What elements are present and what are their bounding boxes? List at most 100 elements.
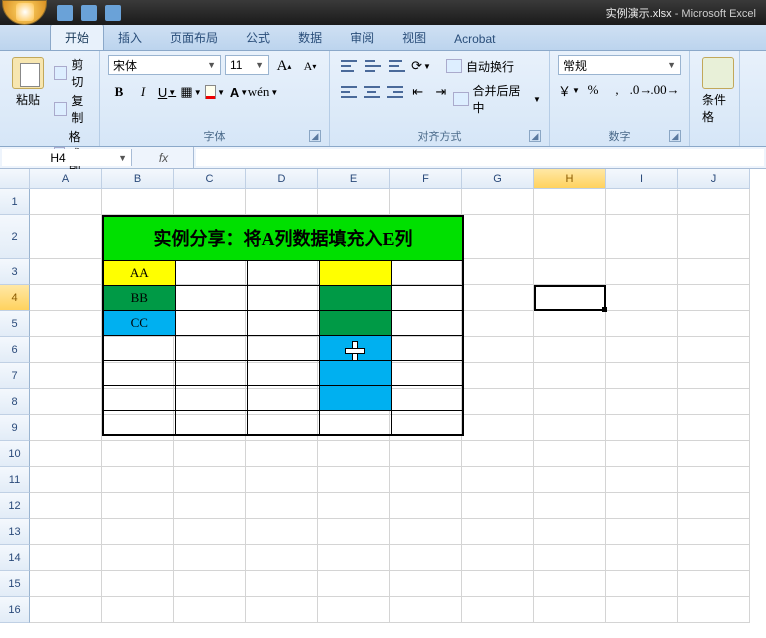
merge-center-button[interactable]: 合并后居中▼ <box>453 81 541 117</box>
cell-E6[interactable] <box>319 335 391 360</box>
formula-input[interactable] <box>196 149 764 166</box>
cell-B7[interactable] <box>103 360 175 385</box>
cell-D7[interactable] <box>247 360 319 385</box>
cell-B5[interactable]: CC <box>103 310 175 335</box>
tab-formulas[interactable]: 公式 <box>232 24 284 50</box>
cell-F9[interactable] <box>391 410 463 435</box>
increase-font-button[interactable]: A▴ <box>273 55 295 77</box>
row-header-16[interactable]: 16 <box>0 597 30 623</box>
cell-C4[interactable] <box>175 285 247 310</box>
row-header-11[interactable]: 11 <box>0 467 30 493</box>
cell-C8[interactable] <box>175 385 247 410</box>
cell-E5[interactable] <box>319 310 391 335</box>
wrap-text-button[interactable]: 自动换行 <box>446 55 514 77</box>
cell-D9[interactable] <box>247 410 319 435</box>
cell-D4[interactable] <box>247 285 319 310</box>
fill-color-button[interactable]: ▼ <box>204 81 226 103</box>
cell-C5[interactable] <box>175 310 247 335</box>
percent-button[interactable]: % <box>582 79 604 101</box>
cut-button[interactable]: 剪切 <box>54 55 91 91</box>
cell-C7[interactable] <box>175 360 247 385</box>
column-header-C[interactable]: C <box>174 169 246 189</box>
border-button[interactable]: ▦▼ <box>180 81 202 103</box>
align-top-button[interactable] <box>338 55 360 77</box>
tab-acrobat[interactable]: Acrobat <box>440 27 509 50</box>
save-icon[interactable] <box>57 5 73 21</box>
font-color-button[interactable]: A▼ <box>228 81 250 103</box>
name-box[interactable]: ▼ <box>2 149 132 166</box>
row-header-2[interactable]: 2 <box>0 215 30 259</box>
align-dialog-launcher[interactable]: ◢ <box>529 130 541 142</box>
row-header-5[interactable]: 5 <box>0 311 30 337</box>
cell-C9[interactable] <box>175 410 247 435</box>
cell-F8[interactable] <box>391 385 463 410</box>
increase-decimal-button[interactable]: .0→ <box>630 79 652 101</box>
cell-D8[interactable] <box>247 385 319 410</box>
align-left-button[interactable] <box>338 81 359 103</box>
cell-B4[interactable]: BB <box>103 285 175 310</box>
cell-B8[interactable] <box>103 385 175 410</box>
align-center-button[interactable] <box>361 81 382 103</box>
cell-E9[interactable] <box>319 410 391 435</box>
orientation-button[interactable]: ⟳▼ <box>410 55 432 77</box>
column-header-A[interactable]: A <box>30 169 102 189</box>
cell-B3[interactable]: AA <box>103 260 175 285</box>
bold-button[interactable]: B <box>108 81 130 103</box>
row-header-15[interactable]: 15 <box>0 571 30 597</box>
tab-review[interactable]: 审阅 <box>336 24 388 50</box>
cell-E3[interactable] <box>319 260 391 285</box>
cell-E7[interactable] <box>319 360 391 385</box>
row-header-8[interactable]: 8 <box>0 389 30 415</box>
column-header-H[interactable]: H <box>534 169 606 189</box>
align-middle-button[interactable] <box>362 55 384 77</box>
cell-F3[interactable] <box>391 260 463 285</box>
row-header-1[interactable]: 1 <box>0 189 30 215</box>
undo-icon[interactable] <box>81 5 97 21</box>
office-button[interactable] <box>2 0 47 25</box>
underline-button[interactable]: U▼ <box>156 81 178 103</box>
tab-data[interactable]: 数据 <box>284 24 336 50</box>
column-header-J[interactable]: J <box>678 169 750 189</box>
font-name-combo[interactable]: 宋体▼ <box>108 55 221 75</box>
copy-button[interactable]: 复制 <box>54 91 91 127</box>
cell-F6[interactable] <box>391 335 463 360</box>
row-header-10[interactable]: 10 <box>0 441 30 467</box>
cell-B6[interactable] <box>103 335 175 360</box>
row-header-14[interactable]: 14 <box>0 545 30 571</box>
redo-icon[interactable] <box>105 5 121 21</box>
cell-E8[interactable] <box>319 385 391 410</box>
cell-B9[interactable] <box>103 410 175 435</box>
number-format-combo[interactable]: 常规▼ <box>558 55 681 75</box>
cell-C3[interactable] <box>175 260 247 285</box>
tab-view[interactable]: 视图 <box>388 24 440 50</box>
fx-icon[interactable]: fx <box>134 147 194 168</box>
row-header-9[interactable]: 9 <box>0 415 30 441</box>
cell-D6[interactable] <box>247 335 319 360</box>
tab-insert[interactable]: 插入 <box>104 24 156 50</box>
cell-D5[interactable] <box>247 310 319 335</box>
select-all-corner[interactable] <box>0 169 30 189</box>
align-bottom-button[interactable] <box>386 55 408 77</box>
phonetic-button[interactable]: wén▼ <box>252 81 274 103</box>
font-size-combo[interactable]: 11▼ <box>225 55 269 75</box>
cell-E4[interactable] <box>319 285 391 310</box>
cell-D3[interactable] <box>247 260 319 285</box>
comma-button[interactable]: , <box>606 79 628 101</box>
column-header-G[interactable]: G <box>462 169 534 189</box>
cell-F7[interactable] <box>391 360 463 385</box>
conditional-format-button[interactable]: 条件格 <box>698 55 738 127</box>
column-header-D[interactable]: D <box>246 169 318 189</box>
decrease-indent-button[interactable]: ⇤ <box>407 81 428 103</box>
cell-C6[interactable] <box>175 335 247 360</box>
tab-home[interactable]: 开始 <box>50 23 104 50</box>
spreadsheet-grid[interactable]: ABCDEFGHIJ 12345678910111213141516 实例分享：… <box>0 169 766 638</box>
currency-button[interactable]: ￥▼ <box>558 79 580 101</box>
column-header-E[interactable]: E <box>318 169 390 189</box>
tab-pagelayout[interactable]: 页面布局 <box>156 24 232 50</box>
row-header-13[interactable]: 13 <box>0 519 30 545</box>
row-header-7[interactable]: 7 <box>0 363 30 389</box>
italic-button[interactable]: I <box>132 81 154 103</box>
row-header-4[interactable]: 4 <box>0 285 30 311</box>
font-dialog-launcher[interactable]: ◢ <box>309 130 321 142</box>
column-header-B[interactable]: B <box>102 169 174 189</box>
